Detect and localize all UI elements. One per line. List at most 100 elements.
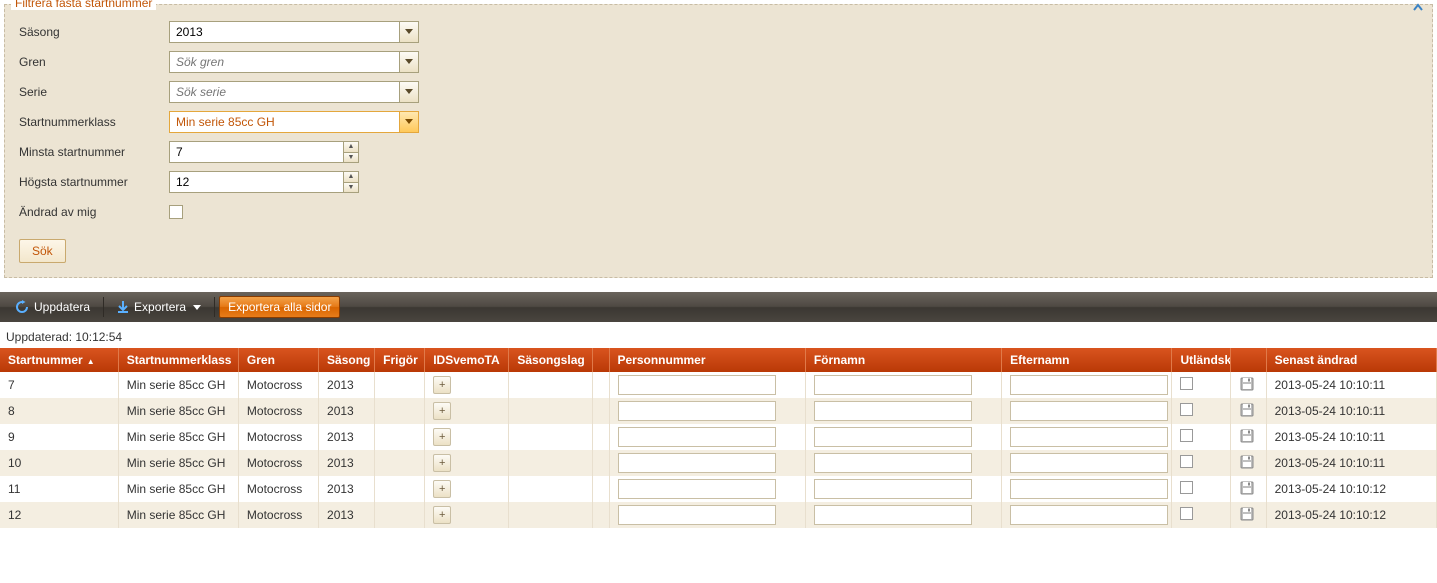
personnummer-input[interactable]: [618, 453, 776, 473]
col-gren[interactable]: Gren: [238, 348, 318, 372]
startnummerklass-combo[interactable]: [169, 111, 419, 133]
label-startnummerklass: Startnummerklass: [19, 115, 169, 129]
cell-fornamn: [805, 502, 1001, 528]
personnummer-input[interactable]: [618, 505, 776, 525]
save-row-button[interactable]: [1239, 480, 1255, 496]
utlandsk-checkbox[interactable]: [1180, 507, 1193, 520]
toolbar: Uppdatera Exportera Exportera alla sidor: [0, 292, 1437, 322]
cell-startnummer: 12: [0, 502, 118, 528]
col-startnummerklass[interactable]: Startnummerklass: [118, 348, 238, 372]
efternamn-input[interactable]: [1010, 401, 1168, 421]
save-row-button[interactable]: [1239, 506, 1255, 522]
sasong-dropdown-button[interactable]: [399, 21, 419, 43]
col-spacer: [593, 348, 609, 372]
save-row-button[interactable]: [1239, 376, 1255, 392]
cell-fornamn: [805, 476, 1001, 502]
search-button[interactable]: Sök: [19, 239, 66, 263]
cell-sasongslag: [509, 476, 593, 502]
col-frigor[interactable]: Frigör: [375, 348, 425, 372]
minsta-spin-up[interactable]: ▲: [343, 141, 359, 152]
cell-fornamn: [805, 372, 1001, 398]
cell-personnummer: [609, 398, 805, 424]
cell-save: [1230, 476, 1266, 502]
startnummerklass-dropdown-button[interactable]: [399, 111, 419, 133]
cell-gren: Motocross: [238, 502, 318, 528]
startnummerklass-input[interactable]: [169, 111, 399, 133]
fornamn-input[interactable]: [814, 505, 972, 525]
cell-efternamn: [1002, 372, 1172, 398]
utlandsk-checkbox[interactable]: [1180, 403, 1193, 416]
table-row: 10Min serie 85cc GHMotocross2013+2013-05…: [0, 450, 1437, 476]
sasong-combo[interactable]: [169, 21, 419, 43]
expand-button[interactable]: +: [433, 376, 451, 394]
expand-button[interactable]: +: [433, 428, 451, 446]
personnummer-input[interactable]: [618, 479, 776, 499]
minsta-spinner[interactable]: ▲ ▼: [169, 141, 359, 163]
col-startnummer[interactable]: Startnummer▲: [0, 348, 118, 372]
minsta-input[interactable]: [169, 141, 343, 163]
utlandsk-checkbox[interactable]: [1180, 377, 1193, 390]
cell-save: [1230, 424, 1266, 450]
gren-combo[interactable]: [169, 51, 419, 73]
expand-button[interactable]: +: [433, 506, 451, 524]
col-idsvemota[interactable]: IDSvemoTA: [425, 348, 509, 372]
personnummer-input[interactable]: [618, 427, 776, 447]
efternamn-input[interactable]: [1010, 479, 1168, 499]
col-utlandsk[interactable]: Utländsk: [1172, 348, 1230, 372]
col-fornamn[interactable]: Förnamn: [805, 348, 1001, 372]
minsta-spin-down[interactable]: ▼: [343, 152, 359, 164]
save-row-button[interactable]: [1239, 402, 1255, 418]
exportera-alla-button[interactable]: Exportera alla sidor: [219, 296, 340, 318]
label-gren: Gren: [19, 55, 169, 69]
expand-button[interactable]: +: [433, 480, 451, 498]
serie-dropdown-button[interactable]: [399, 81, 419, 103]
fornamn-input[interactable]: [814, 427, 972, 447]
col-senast[interactable]: Senast ändrad: [1266, 348, 1436, 372]
cell-spacer: [593, 372, 609, 398]
serie-input[interactable]: [169, 81, 399, 103]
save-row-button[interactable]: [1239, 454, 1255, 470]
serie-combo[interactable]: [169, 81, 419, 103]
uppdatera-button[interactable]: Uppdatera: [6, 296, 99, 318]
save-row-button[interactable]: [1239, 428, 1255, 444]
cell-utlandsk: [1172, 450, 1230, 476]
cell-senast: 2013-05-24 10:10:11: [1266, 424, 1436, 450]
hogsta-spin-down[interactable]: ▼: [343, 182, 359, 194]
cell-utlandsk: [1172, 476, 1230, 502]
cell-sasong: 2013: [319, 424, 375, 450]
fornamn-input[interactable]: [814, 479, 972, 499]
hogsta-spinner[interactable]: ▲ ▼: [169, 171, 359, 193]
utlandsk-checkbox[interactable]: [1180, 455, 1193, 468]
gren-input[interactable]: [169, 51, 399, 73]
col-personnummer[interactable]: Personnummer: [609, 348, 805, 372]
fornamn-input[interactable]: [814, 375, 972, 395]
hogsta-input[interactable]: [169, 171, 343, 193]
updated-timestamp: Uppdaterad: 10:12:54: [0, 322, 1437, 348]
fornamn-input[interactable]: [814, 453, 972, 473]
utlandsk-checkbox[interactable]: [1180, 429, 1193, 442]
gren-dropdown-button[interactable]: [399, 51, 419, 73]
label-andrad: Ändrad av mig: [19, 205, 169, 219]
cell-frigor: [375, 476, 425, 502]
col-efternamn[interactable]: Efternamn: [1002, 348, 1172, 372]
expand-button[interactable]: +: [433, 454, 451, 472]
personnummer-input[interactable]: [618, 375, 776, 395]
efternamn-input[interactable]: [1010, 505, 1168, 525]
cell-efternamn: [1002, 450, 1172, 476]
efternamn-input[interactable]: [1010, 375, 1168, 395]
collapse-panel-button[interactable]: [1410, 2, 1426, 14]
utlandsk-checkbox[interactable]: [1180, 481, 1193, 494]
hogsta-spin-up[interactable]: ▲: [343, 171, 359, 182]
col-sasongslag[interactable]: Säsongslag: [509, 348, 593, 372]
efternamn-input[interactable]: [1010, 427, 1168, 447]
andrad-checkbox[interactable]: [169, 205, 183, 219]
exportera-button[interactable]: Exportera: [108, 296, 210, 318]
personnummer-input[interactable]: [618, 401, 776, 421]
cell-personnummer: [609, 424, 805, 450]
expand-button[interactable]: +: [433, 402, 451, 420]
col-sasong[interactable]: Säsong: [319, 348, 375, 372]
fornamn-input[interactable]: [814, 401, 972, 421]
sasong-input[interactable]: [169, 21, 399, 43]
cell-spacer: [593, 502, 609, 528]
efternamn-input[interactable]: [1010, 453, 1168, 473]
